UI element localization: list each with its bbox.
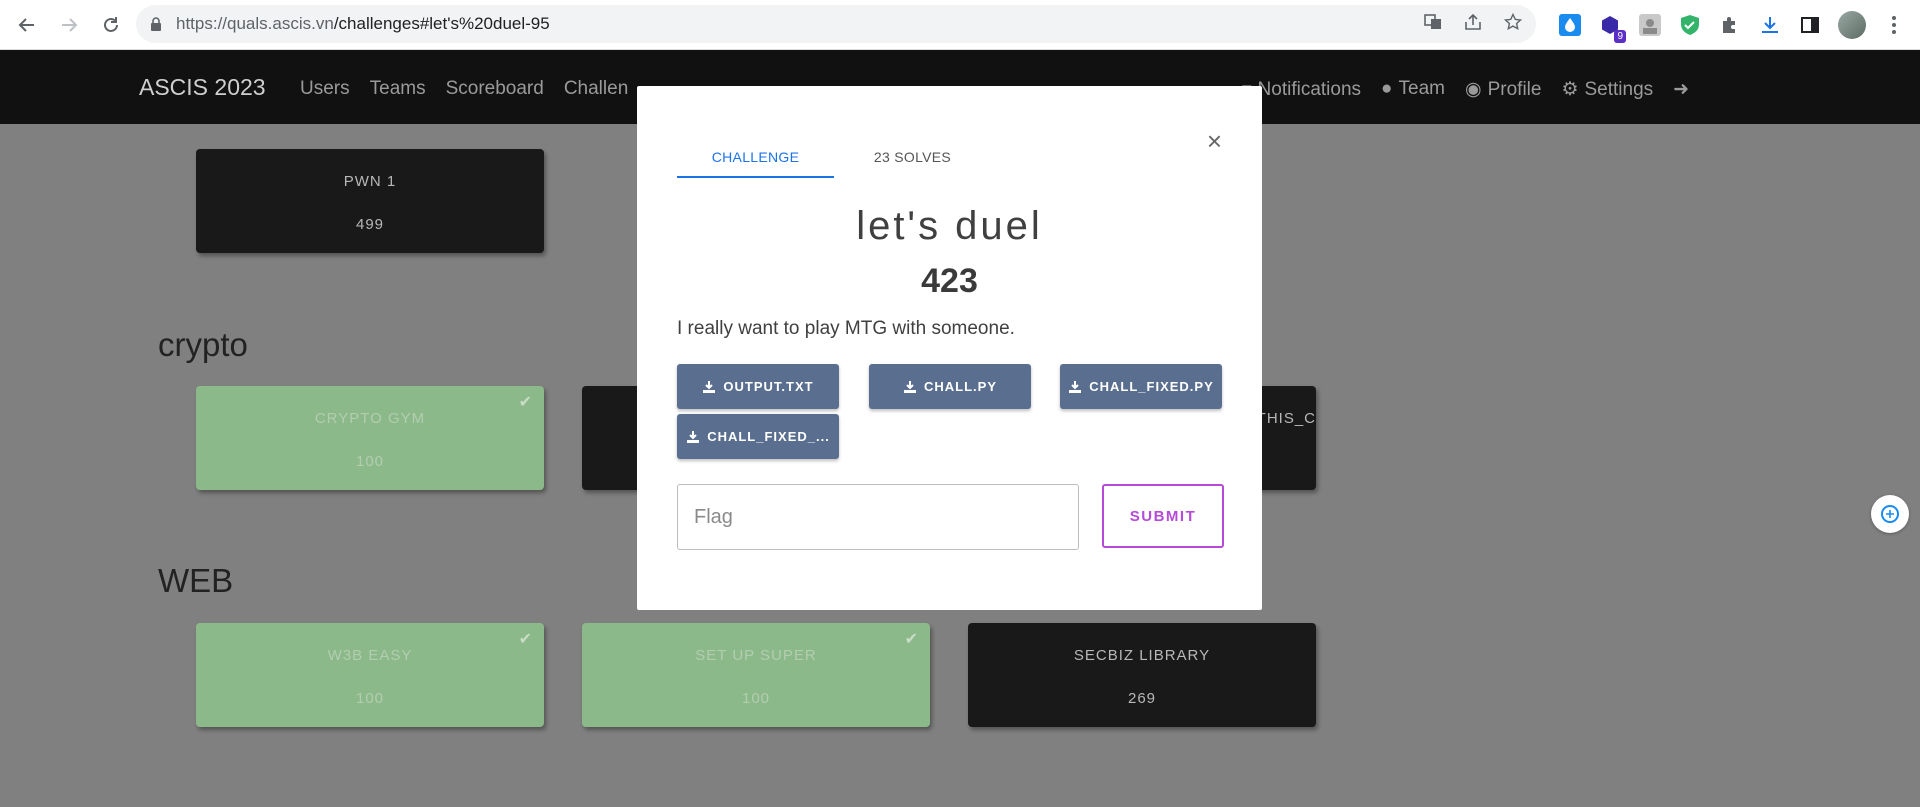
reload-icon[interactable] (96, 10, 126, 40)
tab-challenge-label: CHALLENGE (711, 149, 800, 165)
file-name: CHALL_FIXED_... (707, 429, 830, 444)
challenge-points: 100 (355, 453, 385, 470)
gear-icon: ⚙ (1561, 79, 1579, 100)
checkmark-icon: ✔ (518, 394, 532, 411)
nav-team-label: Team (1398, 78, 1445, 99)
file-download-button[interactable]: CHALL.PY (869, 364, 1031, 409)
close-button[interactable]: × (1207, 126, 1222, 157)
browser-toolbar: https://quals.ascis.vn/challenges#let's%… (0, 0, 1920, 50)
brand-logo-text[interactable]: ASCIS 2023 (139, 74, 266, 101)
challenge-points-value: 423 (921, 262, 978, 300)
back-arrow-icon[interactable] (12, 10, 42, 40)
url-text: https://quals.ascis.vn/challenges#let's%… (176, 14, 550, 34)
tab-solves[interactable]: 23 SOLVES (834, 136, 991, 178)
nav-settings-label: Settings (1584, 79, 1654, 100)
challenge-title: let's duel (856, 204, 1043, 248)
bookmark-star-icon[interactable] (1503, 12, 1523, 36)
file-name: CHALL_FIXED.PY (1089, 379, 1214, 394)
file-name: OUTPUT.TXT (723, 379, 814, 394)
challenge-card[interactable]: ✔ W3B EASY 100 (196, 623, 544, 727)
tab-challenge[interactable]: CHALLENGE (677, 136, 834, 178)
challenge-points: 100 (355, 690, 385, 707)
challenge-name: CRYPTO GYM (314, 410, 426, 427)
nav-settings[interactable]: ⚙ Settings (1561, 78, 1653, 101)
extension-image-icon[interactable] (1638, 13, 1662, 37)
assistant-floating-icon[interactable] (1871, 495, 1909, 533)
submit-button[interactable]: SUBMIT (1102, 484, 1224, 548)
challenge-points: 269 (1127, 690, 1157, 707)
download-icon[interactable] (1758, 13, 1782, 37)
address-bar[interactable]: https://quals.ascis.vn/challenges#let's%… (136, 5, 1536, 43)
challenge-name: SECBIZ LIBRARY (1073, 647, 1211, 664)
modal-tabs: CHALLENGE 23 SOLVES (677, 136, 1222, 178)
users-icon: ● (1381, 78, 1393, 99)
file-download-button[interactable]: CHALL_FIXED.PY (1060, 364, 1222, 409)
challenge-points: 499 (355, 216, 385, 233)
lock-icon (150, 17, 164, 31)
challenge-name: PWN 1 (343, 173, 397, 190)
challenge-card[interactable]: SECBIZ LIBRARY 269 (968, 623, 1316, 727)
tab-solves-label: 23 SOLVES (873, 149, 952, 165)
checkmark-icon: ✔ (518, 631, 532, 648)
challenge-modal: CHALLENGE 23 SOLVES × let's duel 423 I r… (637, 86, 1262, 610)
extension-badge: 9 (1614, 30, 1626, 43)
extension-shield-icon[interactable] (1678, 13, 1702, 37)
url-path: /challenges#let's%20duel-95 (333, 14, 550, 33)
challenge-card[interactable]: PWN 1 499 (196, 149, 544, 253)
file-download-button[interactable]: CHALL_FIXED_... (677, 414, 839, 459)
nav-teams[interactable]: Teams (370, 78, 426, 100)
user-circle-icon: ◉ (1465, 79, 1482, 100)
extensions-puzzle-icon[interactable] (1718, 13, 1742, 37)
challenge-name: THIS_C (1256, 410, 1316, 427)
category-title: crypto (158, 326, 248, 363)
nav-team[interactable]: ● Team (1381, 78, 1445, 101)
profile-avatar[interactable] (1838, 11, 1866, 39)
logout-icon[interactable]: ➜ (1673, 78, 1689, 101)
download-icon (702, 380, 716, 394)
nav-profile-label: Profile (1487, 79, 1542, 100)
url-host: https://quals.ascis.vn (176, 14, 334, 33)
challenge-name: SET UP SUPER (695, 647, 817, 664)
checkmark-icon: ✔ (904, 631, 918, 648)
download-icon (1068, 380, 1082, 394)
challenge-card[interactable]: ✔ SET UP SUPER 100 (582, 623, 930, 727)
download-icon (903, 380, 917, 394)
nav-challenges[interactable]: Challen (564, 78, 628, 100)
file-download-button[interactable]: OUTPUT.TXT (677, 364, 839, 409)
translate-icon[interactable] (1424, 13, 1442, 36)
nav-users[interactable]: Users (300, 78, 350, 100)
menu-kebab-icon[interactable] (1882, 13, 1906, 37)
nav-notifications-label: Notifications (1257, 79, 1362, 100)
nav-scoreboard[interactable]: Scoreboard (446, 78, 544, 100)
challenge-card[interactable]: ✔ CRYPTO GYM 100 (196, 386, 544, 490)
flag-input[interactable] (677, 484, 1079, 550)
extension-drop-icon[interactable] (1558, 13, 1582, 37)
category-title: WEB (158, 562, 234, 599)
file-name: CHALL.PY (924, 379, 997, 394)
challenge-description: I really want to play MTG with someone. (677, 318, 1015, 339)
challenge-name: W3B EASY (327, 647, 413, 664)
challenge-points: 100 (741, 690, 771, 707)
side-panel-icon[interactable] (1798, 13, 1822, 37)
extension-cube-icon[interactable]: 9 (1598, 13, 1626, 43)
download-icon (686, 430, 700, 444)
share-icon[interactable] (1464, 13, 1482, 36)
forward-arrow-icon[interactable] (54, 10, 84, 40)
nav-profile[interactable]: ◉ Profile (1465, 78, 1541, 101)
